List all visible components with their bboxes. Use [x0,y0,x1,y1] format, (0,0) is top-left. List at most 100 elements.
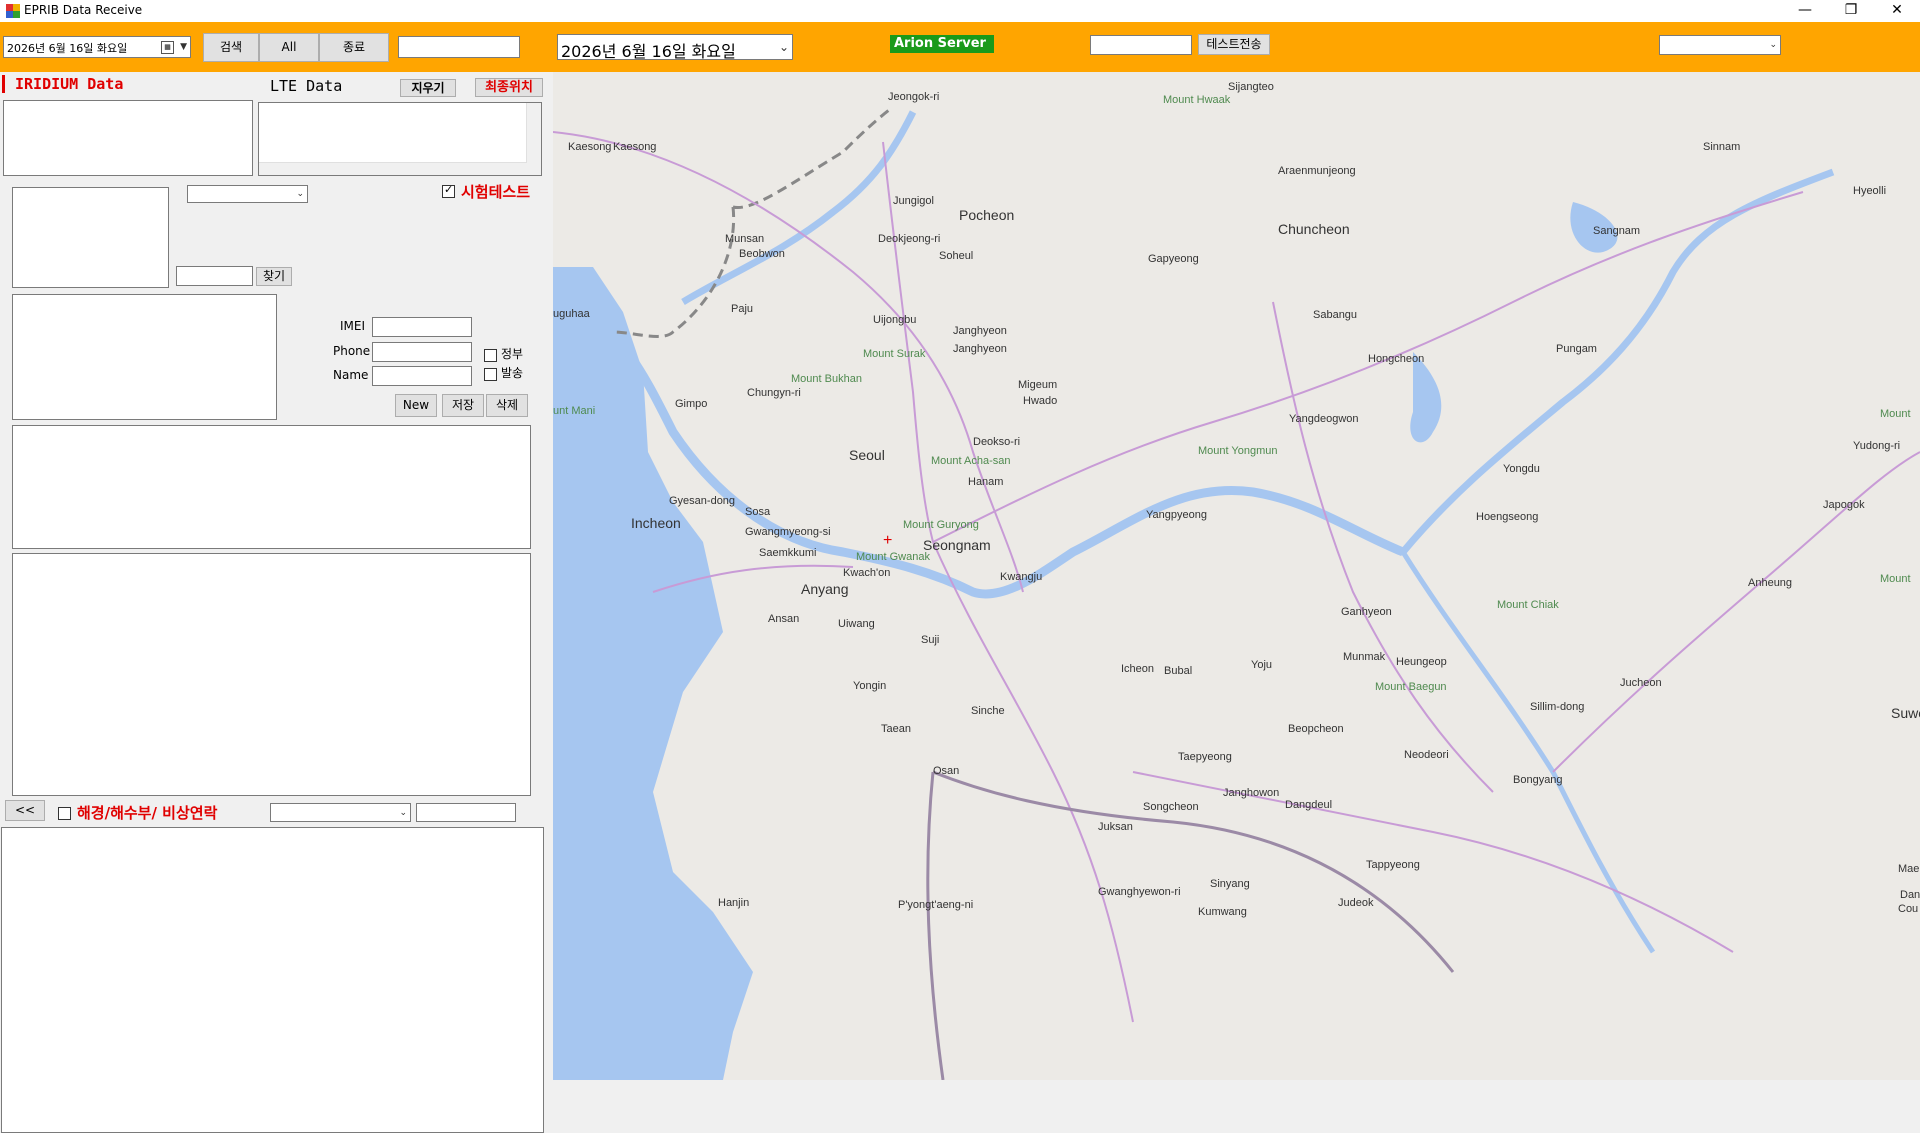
clear-button[interactable]: 지우기 [400,79,456,97]
minimize-button[interactable]: — [1782,0,1828,22]
horizontal-scrollbar[interactable] [259,162,527,175]
iridium-label: IRIDIUM Data [2,75,123,93]
balsong-checkbox[interactable] [484,368,497,381]
mountain-label: Mount [1880,573,1911,585]
jeongbu-checkbox[interactable] [484,349,497,362]
place-label: Cou [1898,903,1918,915]
phone-label: Phone [333,344,371,358]
jeongbu-label: 정부 [501,347,524,361]
place-label: Saemkkumi [759,547,816,559]
find-input[interactable] [176,266,253,286]
right-combo[interactable]: ⌄ [1659,35,1781,55]
place-label: Anyang [801,581,848,597]
new-button[interactable]: New [395,394,437,417]
place-label: Yongin [853,680,886,692]
end-button[interactable]: 종료 [319,33,389,62]
place-label: Yangpyeong [1146,509,1207,521]
place-label: Taean [881,723,911,735]
find-button[interactable]: 찾기 [256,267,292,286]
big-date-combo[interactable]: 2026년 6월 16일 화요일 ⌄ [557,34,793,61]
place-label: Sabangu [1313,309,1357,321]
calendar-icon[interactable]: ▦ [161,41,174,54]
toolbar: 2026년 6월 16일 화요일 ▦ ▼ 검색 All 종료 2026년 6월 … [0,22,1920,72]
list-box-1[interactable] [12,187,169,288]
list-box-2[interactable] [12,294,277,420]
left-combo[interactable]: ⌄ [187,185,308,203]
place-label: Seongnam [923,537,991,553]
restore-button[interactable]: ❐ [1828,0,1874,22]
border-line-2 [612,206,736,338]
name-field[interactable] [372,366,472,386]
place-label: Hwado [1023,395,1057,407]
place-label: Gimpo [675,398,707,410]
place-label: Sinyang [1210,878,1250,890]
place-label: Dany [1900,889,1920,901]
place-label: Japogok [1823,499,1865,511]
place-label: Hoengseong [1476,511,1538,523]
mountain-label: Mount Hwaak [1163,94,1231,106]
place-label: Yongdu [1503,463,1540,475]
date-picker[interactable]: 2026년 6월 16일 화요일 ▦ ▼ [3,36,191,58]
search-button[interactable]: 검색 [203,33,259,62]
test-input[interactable] [1090,35,1192,55]
imjin-river [681,110,917,306]
place-label: Sinche [971,705,1005,717]
app-icon [6,4,20,18]
place-label: Heungeop [1396,656,1447,668]
place-label: Migeum [1018,379,1057,391]
place-label: Ansan [768,613,799,625]
left-panel: IRIDIUM Data LTE Data 지우기 최종위치 ⌄ ✓ 시험테스트… [0,72,553,1133]
place-label: Yangdeogwon [1289,413,1359,425]
place-label: Sijangteo [1228,81,1274,93]
place-label: Jungigol [893,195,934,207]
place-label: Janghyeon [953,325,1007,337]
location-marker[interactable]: + [883,532,892,549]
place-label: Neodeori [1404,749,1449,761]
expressway [926,770,1455,1080]
emergency-checkbox[interactable] [58,807,71,820]
all-button[interactable]: All [259,33,319,62]
imei-field[interactable] [372,317,472,337]
place-label: Maep [1898,863,1920,875]
map-canvas[interactable]: + Jeongok-riSijangteoMount HwaakKaesong K… [553,72,1920,1080]
place-label: Sinnam [1703,141,1740,153]
lte-label: LTE Data [270,77,343,95]
last-location-button[interactable]: 최종위치 [475,78,543,97]
back-button[interactable]: << [5,800,45,821]
name-label: Name [333,368,369,382]
place-label: Hanam [968,476,1003,488]
close-button[interactable]: ✕ [1874,0,1920,22]
server-badge: Arion Server [890,35,994,53]
test-send-button[interactable]: 테스트전송 [1198,34,1270,55]
chevron-down-icon[interactable]: ▼ [180,42,187,52]
delete-button[interactable]: 삭제 [486,394,528,417]
place-label: Taepyeong [1178,751,1232,763]
save-button[interactable]: 저장 [442,394,484,417]
log-box[interactable] [1,827,544,1133]
mountain-label: Mount Chiak [1497,599,1559,611]
chevron-down-icon: ⌄ [296,189,304,199]
map-view[interactable]: + Jeongok-ri Sijangteo Mount Hwaak Kaesong K… [553,72,1920,1080]
place-label: Sillim-dong [1530,701,1584,713]
check-icon: ✓ [444,183,454,196]
emergency-input[interactable] [416,803,516,822]
mountain-label: Mount Baegun [1375,681,1447,693]
road [1132,771,1734,953]
search-input[interactable] [398,36,520,58]
place-label: Hongcheon [1368,353,1424,365]
mountain-label: Mount Guryong [903,519,979,531]
message-box-1[interactable] [12,425,531,549]
iridium-data-box[interactable] [3,100,253,176]
place-label: Chungyn-ri [747,387,801,399]
message-box-2[interactable] [12,553,531,796]
vertical-scrollbar[interactable] [526,103,541,175]
balsong-label: 발송 [501,366,524,380]
place-label: Kaesong [568,141,611,153]
phone-field[interactable] [372,342,472,362]
place-label: Kaesong [613,141,656,153]
place-label: Beopcheon [1288,723,1344,735]
mountain-label: Mount Gwanak [856,551,930,563]
lte-data-box[interactable] [258,102,542,176]
emergency-combo[interactable]: ⌄ [270,803,411,822]
test-checkbox[interactable]: ✓ [442,183,455,198]
